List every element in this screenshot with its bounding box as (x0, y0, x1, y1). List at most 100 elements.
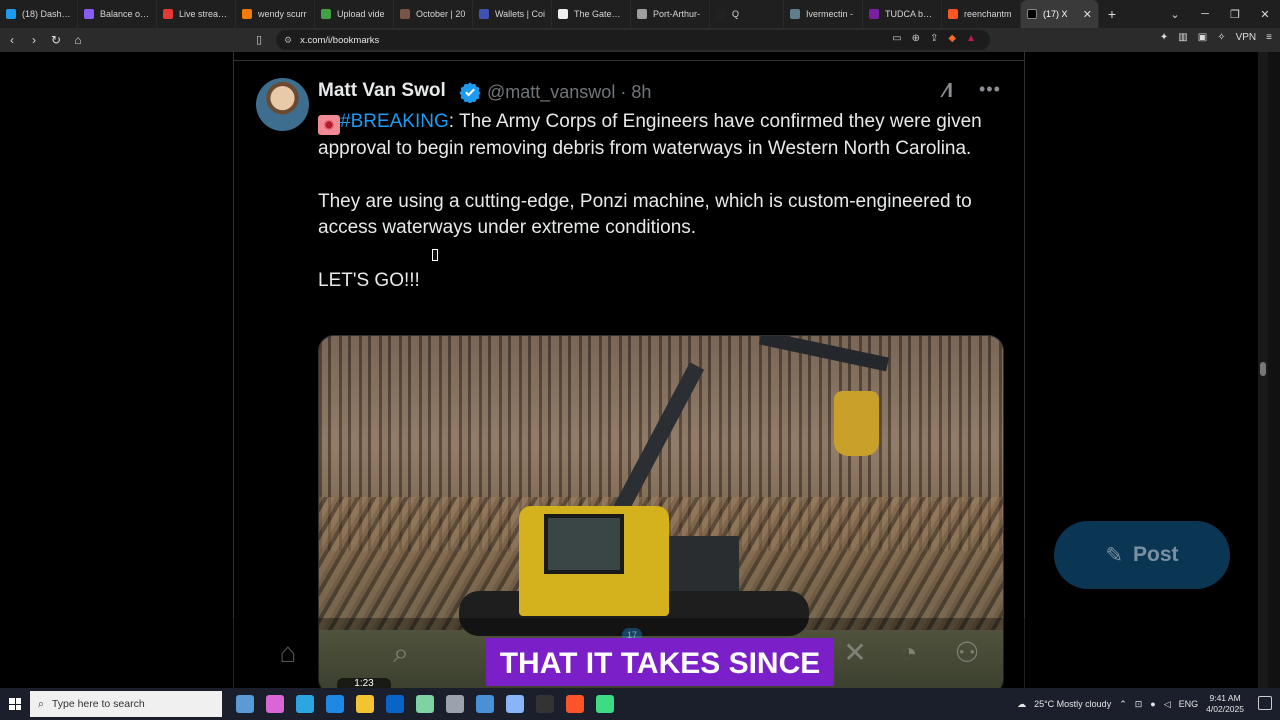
close-tab-icon[interactable]: ✕ (1083, 8, 1092, 21)
zoom-icon[interactable]: ⊕ (912, 33, 920, 44)
search-icon[interactable]: ⌕ (384, 636, 418, 670)
tweet-paragraph-2: They are using a cutting-edge, Ponzi mac… (318, 190, 972, 239)
search-icon: ⌕ (38, 697, 44, 710)
browser-tab[interactable]: Ivermectin - (784, 0, 863, 28)
site-info-icon[interactable]: ⚙ (284, 35, 292, 46)
system-tray: ☁ 25°C Mostly cloudy ⌃ ⊡ ● ◁ ENG 9:41 AM… (1017, 688, 1244, 720)
notification-center-icon[interactable] (1258, 696, 1272, 710)
tab-title: Balance over (100, 9, 150, 19)
network-icon[interactable]: ⊡ (1135, 699, 1143, 710)
scrollbar-thumb[interactable] (1260, 362, 1266, 376)
word-icon[interactable] (506, 695, 524, 713)
close-window-button[interactable]: ✕ (1250, 8, 1280, 21)
brave-rewards-icon[interactable]: ▲ (966, 33, 976, 44)
grok-icon[interactable]: ⁄Ι (944, 80, 953, 103)
home-icon[interactable]: ⌂ (68, 33, 88, 47)
taskbar-search-input[interactable]: ⌕ Type here to search (30, 691, 222, 717)
minimize-button[interactable]: ─ (1190, 8, 1220, 20)
app-icon[interactable] (416, 695, 434, 713)
author-handle-time[interactable]: @matt_vanswol · 8h (487, 82, 651, 103)
tab-favicon-icon (716, 9, 726, 19)
page-scrollbar[interactable] (1258, 52, 1268, 688)
brave-shield-icon[interactable]: ◆ (948, 33, 956, 44)
browser-tab[interactable]: Wallets | Coi (473, 0, 552, 28)
browser-tab[interactable]: wendy scurr (236, 0, 315, 28)
clock[interactable]: 9:41 AM 4/02/2025 (1206, 693, 1244, 715)
menu-icon[interactable]: ≡ (1266, 32, 1272, 43)
tab-favicon-icon (242, 9, 252, 19)
browser-tab-active[interactable]: (17) X ✕ (1021, 0, 1099, 28)
browser-tab[interactable]: Q (710, 0, 784, 28)
share-icon[interactable]: ⇪ (930, 33, 938, 44)
restore-button[interactable]: ❐ (1220, 8, 1250, 21)
start-button[interactable] (0, 688, 30, 720)
feather-plus-icon: ✎ (1105, 543, 1124, 567)
volume-icon[interactable]: ◁ (1164, 699, 1171, 710)
back-icon[interactable]: ‹ (2, 33, 22, 47)
hashtag-link[interactable]: #BREAKING (340, 111, 449, 132)
android-icon[interactable] (596, 695, 614, 713)
outlook-icon[interactable] (386, 695, 404, 713)
vscode-icon[interactable] (476, 695, 494, 713)
tab-title: (17) X (1043, 9, 1068, 19)
tab-title: TUDCA bene (885, 9, 935, 19)
url-text: x.com/i/bookmarks (300, 34, 380, 46)
task-view-icon[interactable] (236, 695, 254, 713)
cast-icon[interactable]: ▭ (892, 33, 901, 44)
vpn-button[interactable]: VPN (1236, 32, 1257, 43)
browser-tab[interactable]: Upload vide (315, 0, 394, 28)
copilot-icon[interactable] (266, 695, 284, 713)
home-icon[interactable]: ⌂ (271, 636, 305, 670)
more-options-icon[interactable]: ••• (979, 79, 1001, 100)
browser-tab[interactable]: TUDCA bene (863, 0, 942, 28)
x-logo-icon[interactable]: ✕ (838, 636, 872, 670)
mic-icon[interactable]: ● (1150, 699, 1155, 709)
wallet-icon[interactable]: ▣ (1198, 32, 1207, 43)
tab-title: Q (732, 9, 740, 19)
profile-icon[interactable]: ◔ (892, 636, 926, 670)
brave-icon[interactable] (566, 695, 584, 713)
browser-tab[interactable]: October | 20 (394, 0, 473, 28)
obs-icon[interactable] (536, 695, 554, 713)
weather-icon[interactable]: ☁ (1017, 699, 1026, 710)
tab-favicon-icon (400, 9, 410, 19)
tweet-paragraph-1: ✹ #BREAKING: The Army Corps of Engineers … (318, 109, 1008, 162)
reload-icon[interactable]: ↻ (46, 33, 66, 47)
tab-favicon-icon (163, 9, 173, 19)
forward-icon[interactable]: › (24, 33, 44, 47)
new-tab-button[interactable]: + (1099, 6, 1125, 22)
communities-icon[interactable]: ⚇ (950, 636, 984, 670)
post-button-label: Post (1133, 543, 1179, 566)
browser-tab[interactable]: reenchantm (942, 0, 1021, 28)
tray-overflow-icon[interactable]: ⌃ (1119, 699, 1127, 710)
tab-title: wendy scurr (258, 9, 307, 19)
tab-title: (18) Dashbo (22, 9, 71, 19)
post-button[interactable]: ✎ Post (1054, 521, 1230, 589)
store-icon[interactable] (326, 695, 344, 713)
browser-tab[interactable]: (18) Dashbo (0, 0, 78, 28)
clock-date: 4/02/2025 (1206, 704, 1244, 714)
extensions-icon[interactable]: ✦ (1160, 32, 1168, 43)
notepad-icon[interactable] (446, 695, 464, 713)
weather-text[interactable]: 25°C Mostly cloudy (1034, 699, 1111, 709)
browser-tab[interactable]: Port-Arthur- (631, 0, 710, 28)
file-explorer-icon[interactable] (356, 695, 374, 713)
tab-favicon-icon (558, 9, 568, 19)
edge-icon[interactable] (296, 695, 314, 713)
leo-icon[interactable]: ✧ (1217, 32, 1225, 43)
avatar[interactable] (256, 78, 309, 131)
author-name[interactable]: Matt Van Swol (318, 80, 446, 102)
bookmark-icon[interactable]: ▯ (256, 33, 262, 46)
tab-favicon-icon (637, 9, 647, 19)
language-indicator[interactable]: ENG (1179, 699, 1199, 709)
address-bar[interactable]: ⚙ x.com/i/bookmarks ▭ ⊕ ⇪ ◆ ▲ (276, 30, 990, 50)
browser-tab[interactable]: Live streamin (157, 0, 236, 28)
browser-tab[interactable]: The Gateway (552, 0, 631, 28)
tab-search-icon[interactable]: ⌄ (1160, 8, 1190, 21)
tab-favicon-icon (6, 9, 16, 19)
sidebar-icon[interactable]: ▥ (1178, 32, 1187, 43)
tab-favicon-icon (479, 9, 489, 19)
tab-title: Ivermectin - (806, 9, 854, 19)
browser-tab[interactable]: Balance over (78, 0, 157, 28)
browser-toolbar: ‹ › ↻ ⌂ ▯ ⚙ x.com/i/bookmarks ▭ ⊕ ⇪ ◆ ▲ … (0, 28, 1280, 52)
